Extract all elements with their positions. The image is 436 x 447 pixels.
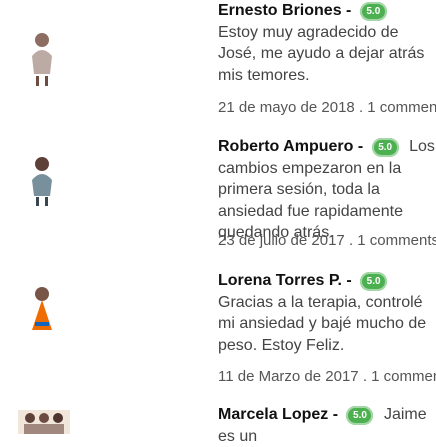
user-avatar-icon[interactable] bbox=[28, 282, 56, 338]
comments-link[interactable]: 1 comments bbox=[371, 368, 436, 385]
review-text-lead: Estoy muy bbox=[218, 23, 293, 41]
review-author[interactable]: Roberto Ampuero - bbox=[218, 138, 363, 155]
rating-badge: 5.0 bbox=[346, 406, 374, 426]
review-text-lead: Gracias a la bbox=[218, 293, 304, 311]
review-author[interactable]: Ernesto Briones - bbox=[218, 2, 351, 19]
rating-badge: 5.0 bbox=[360, 272, 388, 292]
review-meta: 11 de Marzo de 2017 . 1 comments bbox=[218, 368, 436, 385]
rating-badge: 5.0 bbox=[371, 138, 399, 158]
user-avatar-icon[interactable] bbox=[16, 408, 72, 436]
review-date: 11 de Marzo de 2017 bbox=[218, 368, 359, 385]
review-date: 23 de julio de 2017 bbox=[218, 232, 345, 249]
review-quote: Lorena Torres P. - 5.0 Gracias a la tera… bbox=[218, 270, 436, 356]
review-quote: Ernesto Briones - 5.0 Estoy muy agradeci… bbox=[218, 0, 436, 86]
review-author[interactable]: Lorena Torres P. - bbox=[218, 272, 352, 289]
comments-link[interactable]: 1 comments bbox=[357, 232, 436, 249]
review-quote: Marcela Lopez - 5.0 Jaime es un bbox=[218, 404, 436, 447]
review-quote: Roberto Ampuero - 5.0 Los cambios empeza… bbox=[218, 136, 436, 244]
review-author[interactable]: Marcela Lopez - bbox=[218, 406, 338, 423]
rating-badge: 5.0 bbox=[359, 2, 387, 22]
comments-link[interactable]: 1 comments bbox=[367, 99, 436, 116]
review-meta: 21 de mayo de 2018 . 1 comments bbox=[218, 99, 436, 116]
review-meta: 23 de julio de 2017 . 1 comments bbox=[218, 232, 436, 249]
user-avatar-icon[interactable] bbox=[28, 30, 56, 86]
user-avatar-icon[interactable] bbox=[28, 148, 56, 208]
review-date: 21 de mayo de 2018 bbox=[218, 99, 355, 116]
